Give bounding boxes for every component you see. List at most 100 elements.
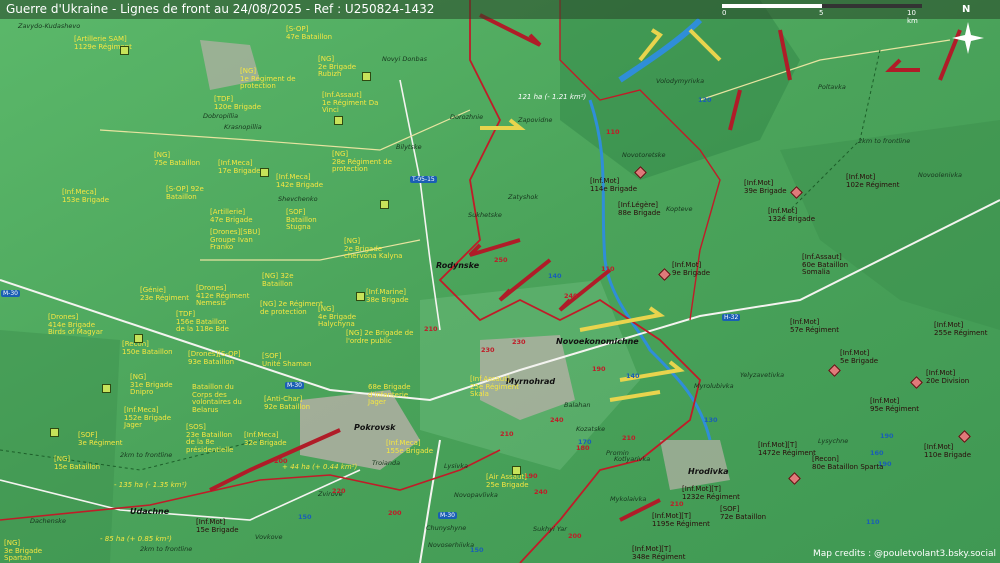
place-label: Zavydo-Kudashevo	[18, 22, 81, 30]
place-label: Dorozhnie	[450, 113, 484, 121]
ua-unit-label: 68e Brigade d'infanterie Jager	[368, 383, 411, 406]
place-label: Myrolubivka	[694, 382, 734, 390]
distance-number: 220	[332, 487, 346, 495]
ua-unit-label: [Air Assaut] 25e Brigade	[486, 473, 529, 489]
ua-unit-label: [Recon] 150e Bataillon	[122, 340, 173, 356]
ua-unit-marker[interactable]	[134, 334, 143, 343]
place-label: Vovkove	[255, 533, 283, 541]
ru-unit-label: [Inf.Mot][T] 348e Régiment	[632, 545, 686, 561]
town-hrodivka: Hrodivka	[688, 467, 729, 476]
area-change-label: - 85 ha (+ 0.85 km²)	[100, 535, 172, 543]
town-pokrovsk: Pokrovsk	[354, 423, 396, 432]
ua-unit-label: [Inf.Assaut] 1e Régiment Da Vinci	[322, 91, 379, 114]
area-change-label: 121 ha (- 1.21 km²)	[518, 93, 587, 101]
distance-number: 190	[592, 365, 606, 373]
ru-unit-label: [Inf.Mot] 15e Brigade	[196, 518, 239, 534]
frontline-buffer-label: 2km to frontline	[120, 451, 173, 459]
place-label: Mykolaivka	[610, 495, 647, 503]
ru-unit-label: [Inf.Mot][T] 1472e Régiment	[758, 441, 816, 457]
place-label: Kotlyarivka	[614, 455, 651, 463]
distance-number: 110	[601, 265, 615, 273]
place-label: Dachenske	[30, 517, 66, 525]
distance-number: 210	[424, 325, 438, 333]
ua-unit-label: [Inf.Meca] 142e Brigade	[276, 173, 324, 189]
ua-unit-label: [SOF] Unité Shaman	[262, 352, 312, 368]
scale-zero: 0	[722, 9, 727, 17]
distance-number: 150	[298, 513, 312, 521]
distance-number: 210	[670, 500, 684, 508]
ua-unit-label: [TDF] 156e Bataillon de la 118e Bde	[176, 310, 229, 333]
ua-unit-label: [Artillerie] 47e Brigade	[210, 208, 253, 224]
ua-unit-label: [NG] 28e Régiment de protection	[332, 150, 392, 173]
place-label: Kozatske	[576, 425, 606, 433]
town-novoekonomichne: Novoekonomichne	[556, 337, 639, 346]
ua-unit-label: [SOF] 3e Régiment	[78, 431, 123, 447]
road-shield: M-30	[438, 512, 457, 519]
ua-unit-marker[interactable]	[512, 466, 521, 475]
ua-unit-label: [NG] 3e Brigade Spartan	[4, 539, 43, 562]
scale-bar: 0 5 10 km	[722, 4, 922, 25]
distance-number: 200	[388, 509, 402, 517]
scale-max: 10 km	[907, 9, 918, 25]
road-shield: T-05-15	[410, 176, 437, 183]
place-label: Novoolenivka	[918, 171, 962, 179]
ua-unit-label: [Inf.Meca] 17e Brigade	[218, 159, 261, 175]
ua-unit-label: [Génie] 23e Régiment	[140, 286, 189, 302]
compass-label: N	[962, 4, 971, 15]
area-change-label: - 135 ha (- 1.35 km²)	[114, 481, 187, 489]
ua-unit-label: [Inf.Meca] 153e Brigade	[62, 188, 110, 204]
ua-unit-label: [Anti-Char] 92e Bataillon	[264, 395, 311, 411]
ru-unit-label: [Inf.Mot] 20e Division	[926, 369, 970, 385]
ua-unit-marker[interactable]	[356, 292, 365, 301]
ru-unit-label: [Inf.Mot][T] 1195e Régiment	[652, 512, 710, 528]
ua-unit-marker[interactable]	[120, 46, 129, 55]
ua-unit-marker[interactable]	[362, 72, 371, 81]
place-label: Volodymyrivka	[656, 77, 705, 85]
place-label: Balahan	[564, 401, 591, 409]
place-label: Novopavlivka	[454, 491, 498, 499]
ua-unit-label: [Inf.Meca] 155e Brigade	[386, 439, 434, 455]
place-label: Dobropillia	[203, 112, 239, 120]
ua-unit-label: [Drones] 414e Brigade Birds of Magyar	[48, 313, 103, 336]
ua-unit-label: [Inf.Meca] 32e Brigade	[244, 431, 287, 447]
place-label: Novotoretske	[622, 151, 666, 159]
place-label: Krasnopillia	[224, 123, 262, 131]
distance-number: 140	[548, 272, 562, 280]
ua-unit-label: [Inf.Meca] 152e Brigade Jager	[124, 406, 172, 429]
ua-unit-label: [NG] 2e Régiment de protection	[260, 300, 323, 316]
frontline-buffer-label: 2km to frontline	[140, 545, 193, 553]
ua-unit-label: [NG] 2e Brigade Rubizh	[318, 55, 357, 78]
distance-number: 110	[866, 518, 880, 526]
ua-unit-marker[interactable]	[50, 428, 59, 437]
ru-unit-label: [Inf.Mot] 255e Régiment	[934, 321, 988, 337]
place-label: Sukhetske	[468, 211, 502, 219]
ua-unit-label: [Inf.Marine] 38e Brigade	[366, 288, 409, 304]
ua-unit-marker[interactable]	[260, 168, 269, 177]
place-label: Kopteve	[666, 205, 693, 213]
ru-unit-label: [Recon] 80e Bataillon Sparta	[812, 455, 884, 471]
place-label: Novoserhiivka	[428, 541, 475, 549]
ru-unit-label: [Inf.Mot] 110e Brigade	[924, 443, 972, 459]
ua-unit-label: [NG] 4e Brigade Halychyna	[318, 305, 357, 328]
ru-unit-label: [Inf.Mot] 57e Régiment	[790, 318, 839, 334]
distance-number: 240	[534, 488, 548, 496]
ru-unit-label: [SOF] 72e Bataillon	[720, 505, 767, 521]
ua-unit-marker[interactable]	[102, 384, 111, 393]
ru-unit-label: [Inf.Assaut] 60e Bataillon Somalia	[802, 253, 849, 276]
distance-number: 210	[500, 430, 514, 438]
distance-number: 210	[622, 434, 636, 442]
ua-unit-marker[interactable]	[334, 116, 343, 125]
distance-number: 200	[274, 457, 288, 465]
ua-unit-label: [S-OP] 92e Bataillon	[166, 185, 204, 201]
distance-number: 240	[564, 292, 578, 300]
ua-unit-label: [Drones][S-OP] 93e Bataillon	[188, 350, 241, 366]
place-label: Zatyshok	[508, 193, 539, 201]
road-shield: M-30	[1, 290, 20, 297]
ua-unit-marker[interactable]	[380, 200, 389, 209]
ru-unit-label: [Inf.Mot] 102e Régiment	[846, 173, 900, 189]
ru-unit-label: [Inf.Mot] 9e Brigade	[672, 261, 711, 277]
place-label: Bilytske	[396, 143, 422, 151]
distance-number: 150	[470, 546, 484, 554]
distance-number: 230	[512, 338, 526, 346]
ru-unit-label: [Inf.Mot] 39e Brigade	[744, 179, 787, 195]
